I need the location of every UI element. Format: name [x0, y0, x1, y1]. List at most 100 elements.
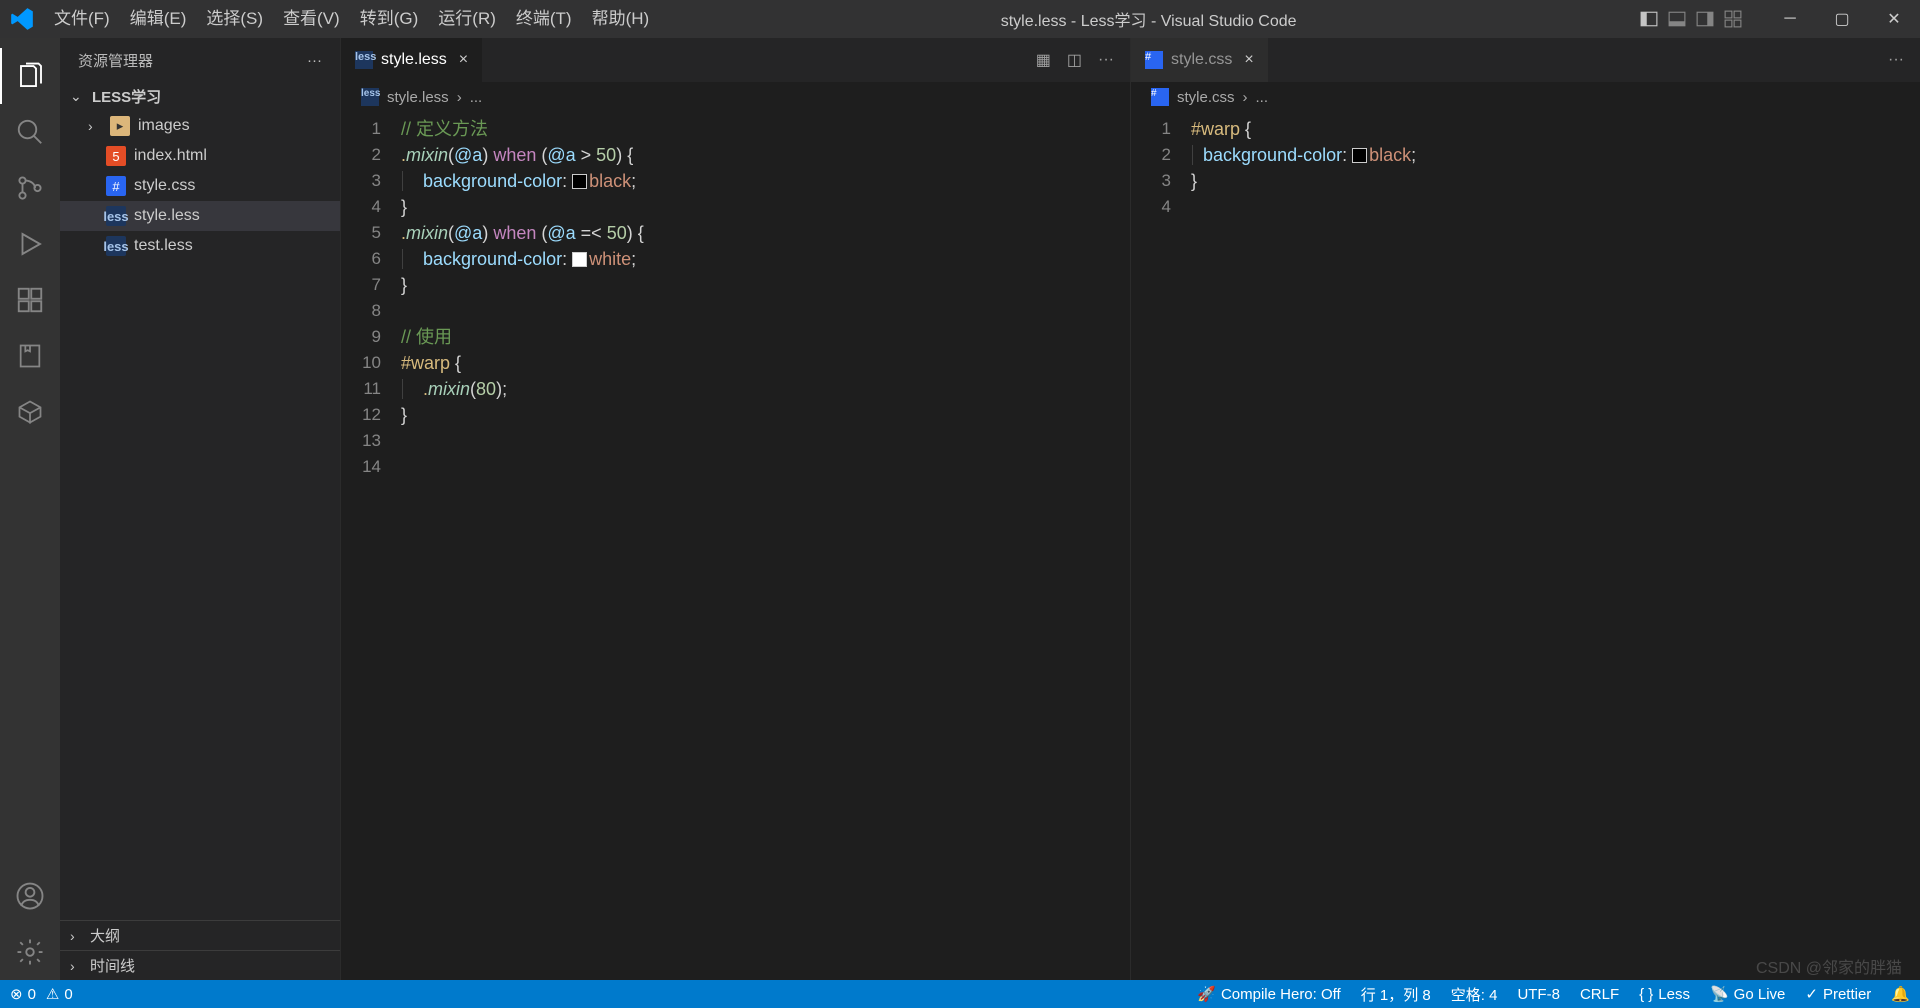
- status-indent[interactable]: 空格: 4: [1451, 984, 1498, 1005]
- warning-count: 0: [64, 986, 72, 1003]
- file-tree-item[interactable]: # style.css: [60, 171, 340, 201]
- menu-item[interactable]: 帮助(H): [582, 0, 660, 38]
- breadcrumb-item: ...: [1256, 89, 1269, 106]
- file-tree-item[interactable]: lessstyle.less: [60, 201, 340, 231]
- maximize-button[interactable]: ▢: [1816, 0, 1868, 38]
- menu-item[interactable]: 查看(V): [273, 0, 350, 38]
- minimap[interactable]: [1040, 112, 1130, 980]
- status-errors[interactable]: ⊗ 0: [10, 985, 36, 1003]
- close-icon[interactable]: ×: [1244, 51, 1253, 69]
- css-file-icon: #: [1151, 88, 1169, 106]
- editor-area: lessstyle.less×▦◫···lessstyle.less›...12…: [340, 38, 1920, 980]
- minimize-button[interactable]: ─: [1764, 0, 1816, 38]
- menu-item[interactable]: 运行(R): [428, 0, 506, 38]
- timeline-label: 时间线: [90, 955, 135, 976]
- window-controls: ─ ▢ ✕: [1764, 0, 1920, 38]
- status-encoding[interactable]: UTF-8: [1517, 986, 1560, 1003]
- editor-pane: #style.css×···#style.css›...1234#warp { …: [1130, 38, 1920, 980]
- menu-item[interactable]: 转到(G): [350, 0, 429, 38]
- watermark: CSDN @邻家的胖猫: [1756, 954, 1902, 978]
- css-file-icon: #: [106, 176, 126, 196]
- close-icon[interactable]: ×: [459, 51, 468, 69]
- run-debug-icon[interactable]: [0, 216, 60, 272]
- file-tree-item[interactable]: 5 index.html: [60, 141, 340, 171]
- code-editor[interactable]: 1234#warp { background-color: black;}: [1131, 112, 1920, 980]
- breadcrumb[interactable]: lessstyle.less›...: [341, 82, 1130, 112]
- code-content[interactable]: #warp { background-color: black;}: [1191, 112, 1920, 980]
- project-manager-icon[interactable]: [0, 328, 60, 384]
- editor-pane: lessstyle.less×▦◫···lessstyle.less›...12…: [340, 38, 1130, 980]
- tab-filename: style.less: [381, 51, 447, 69]
- breadcrumb[interactable]: #style.css›...: [1131, 82, 1920, 112]
- more-icon[interactable]: ···: [1888, 51, 1904, 69]
- layout-panel-bottom-icon[interactable]: [1666, 8, 1688, 30]
- file-tree: ›▸images5index.html#style.csslessstyle.l…: [60, 111, 340, 261]
- less-file-icon: less: [361, 88, 379, 106]
- status-bar: ⊗ 0 ⚠ 0 🚀 Compile Hero: Off 行 1，列 8 空格: …: [0, 980, 1920, 1008]
- status-golive[interactable]: 📡 Go Live: [1710, 985, 1785, 1003]
- error-count: 0: [28, 986, 36, 1003]
- explorer-sidebar: 资源管理器 ··· ⌄ LESS学习 › ▸ images 5 index.html # s…: [60, 38, 340, 980]
- line-gutter: 1234567891011121314: [341, 112, 401, 980]
- menu-item[interactable]: 终端(T): [506, 0, 582, 38]
- extensions-icon[interactable]: [0, 272, 60, 328]
- less-file-icon: less: [106, 236, 126, 256]
- source-control-icon[interactable]: [0, 160, 60, 216]
- more-icon[interactable]: ···: [1098, 51, 1114, 69]
- menu-item[interactable]: 文件(F): [44, 0, 120, 38]
- file-name: images: [138, 117, 190, 135]
- timeline-section[interactable]: › 时间线: [60, 950, 340, 980]
- explorer-icon[interactable]: [0, 48, 60, 104]
- status-language[interactable]: { } Less: [1639, 986, 1690, 1003]
- editor-tabs: # style.css × ···: [1131, 38, 1920, 82]
- tab-filename: style.css: [1171, 51, 1232, 69]
- layout-customize-icon[interactable]: [1722, 8, 1744, 30]
- breadcrumb-item: style.less: [387, 89, 449, 106]
- package-icon[interactable]: [0, 384, 60, 440]
- status-prettier[interactable]: ✓ Prettier: [1805, 985, 1871, 1003]
- folder-icon: ▸: [110, 116, 130, 136]
- project-name: LESS学习: [92, 86, 161, 107]
- line-gutter: 1234: [1131, 112, 1191, 980]
- code-content[interactable]: // 定义方法.mixin(@a) when (@a > 50) { backg…: [401, 112, 1130, 980]
- layout-panel-left-icon[interactable]: [1638, 8, 1660, 30]
- chevron-right-icon: ›: [70, 958, 84, 974]
- html-file-icon: 5: [106, 146, 126, 166]
- file-name: test.less: [134, 237, 193, 255]
- window-title: style.less - Less学习 - Visual Studio Code: [659, 7, 1638, 31]
- outline-section[interactable]: ›大纲: [60, 920, 340, 950]
- file-tree-item[interactable]: less test.less: [60, 231, 340, 261]
- file-name: index.html: [134, 147, 207, 165]
- vscode-logo-icon: [0, 6, 44, 32]
- run-icon[interactable]: ▦: [1036, 50, 1051, 70]
- breadcrumb-sep: ›: [457, 89, 462, 106]
- minimap[interactable]: [1830, 112, 1920, 980]
- status-bell-icon[interactable]: 🔔: [1891, 985, 1910, 1003]
- sidebar-more-icon[interactable]: ···: [307, 52, 322, 69]
- editor-tab[interactable]: lessstyle.less×: [341, 38, 482, 82]
- settings-gear-icon[interactable]: [0, 924, 60, 980]
- account-icon[interactable]: [0, 868, 60, 924]
- css-file-icon: #: [1145, 51, 1163, 69]
- code-editor[interactable]: 1234567891011121314// 定义方法.mixin(@a) whe…: [341, 112, 1130, 980]
- menu-item[interactable]: 编辑(E): [120, 0, 197, 38]
- layout-panel-right-icon[interactable]: [1694, 8, 1716, 30]
- editor-tab[interactable]: # style.css ×: [1131, 38, 1268, 82]
- search-icon[interactable]: [0, 104, 60, 160]
- menu-bar: 文件(F)编辑(E)选择(S)查看(V)转到(G)运行(R)终端(T)帮助(H): [44, 0, 659, 38]
- status-cursor-pos[interactable]: 行 1，列 8: [1361, 984, 1431, 1005]
- breadcrumb-item: style.css: [1177, 89, 1235, 106]
- menu-item[interactable]: 选择(S): [196, 0, 273, 38]
- editor-tabs: lessstyle.less×▦◫···: [341, 38, 1130, 82]
- file-name: style.css: [134, 177, 195, 195]
- status-warnings[interactable]: ⚠ 0: [46, 985, 73, 1003]
- split-editor-icon[interactable]: ◫: [1067, 50, 1082, 70]
- status-compile-hero[interactable]: 🚀 Compile Hero: Off: [1197, 985, 1340, 1003]
- sidebar-title: 资源管理器: [78, 50, 153, 71]
- file-tree-item[interactable]: ›▸images: [60, 111, 340, 141]
- tab-actions: ▦ ◫ ···: [1036, 38, 1130, 82]
- status-eol[interactable]: CRLF: [1580, 986, 1619, 1003]
- project-root[interactable]: ⌄ LESS学习: [60, 82, 340, 111]
- close-button[interactable]: ✕: [1868, 0, 1920, 38]
- activity-bar: [0, 38, 60, 980]
